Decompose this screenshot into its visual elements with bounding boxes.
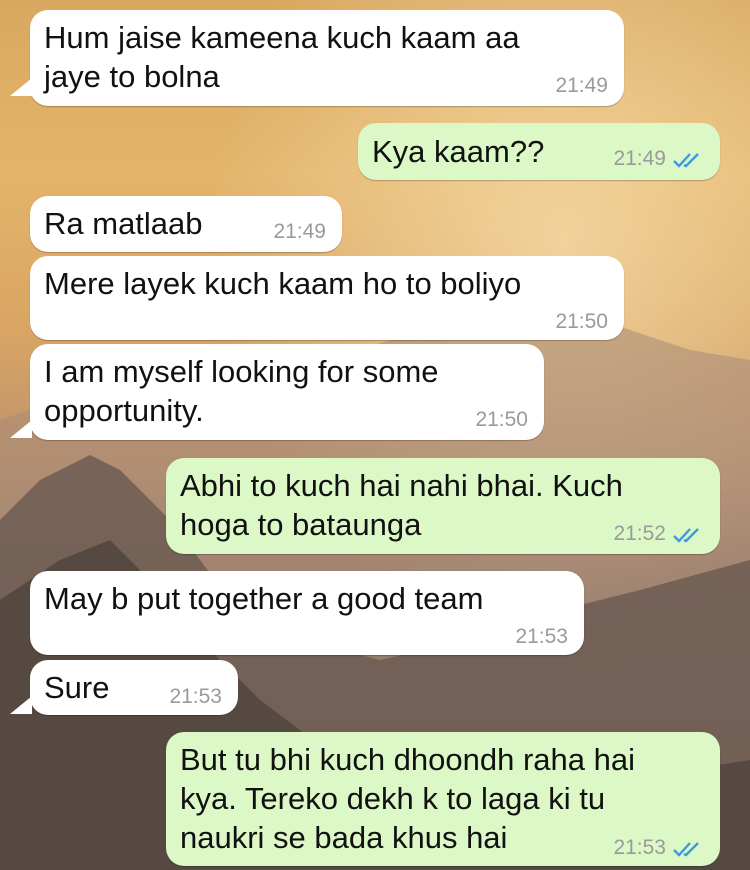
message-text: I am myself looking for some opportunity… — [44, 354, 439, 428]
bubble-tail — [10, 696, 32, 714]
message-time: 21:52 — [613, 522, 666, 545]
message-time: 21:53 — [613, 836, 666, 859]
message-incoming[interactable]: Sure 21:53 — [30, 660, 238, 715]
bubble-tail — [10, 78, 32, 96]
message-text: Mere layek kuch kaam ho to boliyo — [44, 266, 522, 301]
message-incoming[interactable]: Mere layek kuch kaam ho to boliyo 21:50 — [30, 256, 624, 340]
bubble-tail — [10, 420, 32, 438]
message-time: 21:50 — [555, 310, 608, 333]
message-incoming[interactable]: Ra matlaab 21:49 — [30, 196, 342, 252]
message-time: 21:53 — [169, 685, 222, 708]
message-time: 21:49 — [555, 74, 608, 97]
message-incoming[interactable]: Hum jaise kameena kuch kaam aa jaye to b… — [30, 10, 624, 106]
message-outgoing[interactable]: But tu bhi kuch dhoondh raha hai kya. Te… — [166, 732, 720, 866]
message-time: 21:53 — [515, 625, 568, 648]
message-incoming[interactable]: May b put together a good team 21:53 — [30, 571, 584, 655]
message-outgoing[interactable]: Kya kaam?? 21:49 — [358, 123, 720, 180]
message-time: 21:50 — [475, 408, 528, 431]
message-text: Hum jaise kameena kuch kaam aa jaye to b… — [44, 20, 520, 94]
read-double-check-icon — [673, 153, 699, 168]
message-incoming[interactable]: I am myself looking for some opportunity… — [30, 344, 544, 440]
chat-conversation[interactable]: Hum jaise kameena kuch kaam aa jaye to b… — [0, 0, 750, 870]
message-text: May b put together a good team — [44, 581, 484, 616]
message-time: 21:49 — [273, 220, 326, 243]
read-double-check-icon — [673, 528, 699, 543]
read-double-check-icon — [673, 842, 699, 857]
message-outgoing[interactable]: Abhi to kuch hai nahi bhai. Kuch hoga to… — [166, 458, 720, 554]
message-time: 21:49 — [613, 147, 666, 170]
